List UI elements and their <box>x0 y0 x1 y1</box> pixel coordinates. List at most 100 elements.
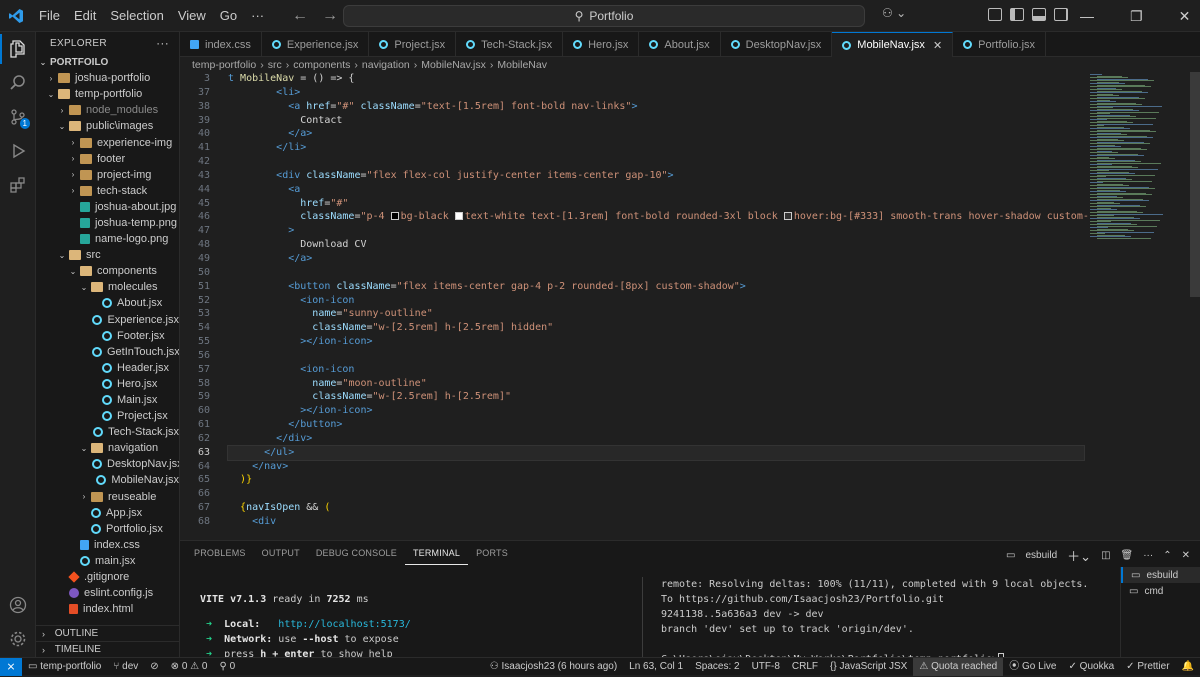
sync-icon[interactable]: ⊘ <box>144 658 164 676</box>
close-button[interactable]: ✕ <box>1179 8 1191 25</box>
code-line[interactable]: className="p-4 bg-black text-white text-… <box>228 210 1188 224</box>
local-url-link[interactable]: http://localhost:5173/ <box>278 619 410 630</box>
new-terminal-icon[interactable]: ＋⌄ <box>1067 546 1091 565</box>
code-line[interactable]: </button> <box>228 418 1188 432</box>
timeline-section[interactable]: › TIMELINE <box>36 641 179 657</box>
maximize-panel-icon[interactable]: ⌃ <box>1163 550 1171 561</box>
copilot-icon[interactable]: ⚇ ⌄ <box>882 6 906 20</box>
status-quokka[interactable]: ✓ Quokka <box>1063 658 1121 676</box>
account-icon[interactable] <box>0 588 36 622</box>
toggle-secondary-sidebar-icon[interactable] <box>1054 8 1068 21</box>
code-line[interactable]: ></ion-icon> <box>228 404 1188 418</box>
status-ports[interactable]: ⚲ 0 <box>213 658 241 676</box>
toggle-primary-sidebar-icon[interactable] <box>1010 8 1024 21</box>
breadcrumb-item[interactable]: MobileNav <box>497 59 547 71</box>
explorer-more-icon[interactable]: ··· <box>156 36 169 50</box>
tree-item[interactable]: › node_modules <box>36 102 179 118</box>
tree-item[interactable]: ⌄ src <box>36 247 179 263</box>
color-swatch[interactable] <box>454 212 463 221</box>
menu-selection[interactable]: Selection <box>103 0 170 32</box>
tree-item[interactable]: › reuseable <box>36 489 179 505</box>
kill-terminal-icon[interactable]: 🗑 <box>1121 550 1134 561</box>
status-quota[interactable]: ⚠ Quota reached <box>913 657 1004 676</box>
tree-item[interactable]: Experience.jsx <box>36 312 179 328</box>
panel-tab[interactable]: PROBLEMS <box>186 541 254 565</box>
code-line[interactable]: </ul> <box>227 444 1085 461</box>
code-content[interactable]: t MobileNav = () => { <li> <a href="#" c… <box>227 72 1188 529</box>
tree-item[interactable]: index.html <box>36 601 179 617</box>
status-problems[interactable]: ⊗ 0 ⚠ 0 <box>165 658 214 676</box>
code-line[interactable]: <div <box>228 515 1188 529</box>
menu-go[interactable]: Go <box>213 0 244 32</box>
terminal-split-divider[interactable] <box>642 577 643 657</box>
tree-item[interactable]: Tech-Stack.jsx <box>36 424 179 440</box>
code-line[interactable]: name="moon-outline" <box>228 377 1188 391</box>
search-view-icon[interactable] <box>0 66 36 100</box>
code-line[interactable]: </a> <box>228 127 1188 141</box>
editor-tab[interactable]: About.jsx <box>639 32 721 57</box>
restore-button[interactable]: ❐ <box>1130 8 1143 25</box>
panel-tab[interactable]: PORTS <box>468 541 516 565</box>
status-eol[interactable]: CRLF <box>786 658 824 676</box>
color-swatch[interactable] <box>390 212 399 221</box>
customize-layout-icon[interactable] <box>988 8 1002 21</box>
status-encoding[interactable]: UTF-8 <box>746 658 786 676</box>
close-tab-icon[interactable]: ✕ <box>933 39 942 52</box>
scrollbar-thumb[interactable] <box>1190 72 1200 297</box>
tree-item[interactable]: › experience-img <box>36 134 179 150</box>
code-line[interactable] <box>228 349 1188 363</box>
panel-tab[interactable]: DEBUG CONSOLE <box>308 541 405 565</box>
status-branch[interactable]: ⑂ dev <box>107 658 144 676</box>
editor-tab[interactable]: MobileNav.jsx ✕ <box>832 32 954 57</box>
remote-indicator-icon[interactable]: ⨯ <box>0 657 22 676</box>
color-swatch[interactable] <box>783 212 792 221</box>
manage-gear-icon[interactable] <box>0 622 36 656</box>
command-center-search[interactable]: ⚲ Portfolio <box>343 5 865 27</box>
code-line[interactable]: Download CV <box>228 238 1188 252</box>
code-line[interactable]: </li> <box>228 141 1188 155</box>
tree-item[interactable]: index.css <box>36 537 179 553</box>
code-line[interactable]: className="w-[2.5rem] h-[2.5rem]" <box>228 390 1188 404</box>
editor-tab[interactable]: Experience.jsx <box>262 32 370 57</box>
source-control-icon[interactable]: 1 <box>0 100 36 134</box>
terminal-list-item[interactable]: ▭ esbuild <box>1121 567 1200 583</box>
tree-item[interactable]: MobileNav.jsx <box>36 472 179 488</box>
status-git-blame[interactable]: ⚇ Isaacjosh23 (6 hours ago) <box>484 658 623 676</box>
close-panel-icon[interactable]: ✕ <box>1182 550 1190 561</box>
tree-item[interactable]: › project-img <box>36 167 179 183</box>
code-line[interactable] <box>228 487 1188 501</box>
tree-item[interactable]: ⌄ components <box>36 263 179 279</box>
tree-item[interactable]: name-logo.png <box>36 231 179 247</box>
breadcrumb-item[interactable]: MobileNav.jsx <box>421 59 486 71</box>
notifications-bell-icon[interactable]: 🔔 <box>1176 658 1200 676</box>
tree-item[interactable]: joshua-about.jpg <box>36 199 179 215</box>
code-line[interactable]: <ion-icon <box>228 294 1188 308</box>
code-line[interactable]: <a <box>228 183 1188 197</box>
code-line[interactable]: <button className="flex items-center gap… <box>228 280 1188 294</box>
split-terminal-icon[interactable]: ◫ <box>1101 550 1110 561</box>
terminal-list-item[interactable]: ▭ cmd <box>1121 583 1200 599</box>
code-line[interactable]: Contact <box>228 114 1188 128</box>
panel-tab[interactable]: OUTPUT <box>254 541 308 565</box>
breadcrumb-item[interactable]: navigation <box>362 59 410 71</box>
run-debug-icon[interactable] <box>0 134 36 168</box>
tree-item[interactable]: Hero.jsx <box>36 376 179 392</box>
tree-item[interactable]: ⌄ navigation <box>36 440 179 456</box>
code-line[interactable]: ></ion-icon> <box>228 335 1188 349</box>
tree-item[interactable]: joshua-temp.png <box>36 215 179 231</box>
code-line[interactable]: )} <box>228 473 1188 487</box>
editor-tab[interactable]: DesktopNav.jsx <box>721 32 833 57</box>
tree-item[interactable]: › footer <box>36 151 179 167</box>
code-line[interactable]: </nav> <box>228 460 1188 474</box>
status-golive[interactable]: ⦿ Go Live <box>1003 658 1062 676</box>
tree-item[interactable]: › joshua-portfolio <box>36 70 179 86</box>
code-line[interactable]: <div className="flex flex-col justify-ce… <box>228 169 1188 183</box>
toggle-panel-icon[interactable] <box>1032 8 1046 21</box>
code-editor[interactable]: 3 37 38 39 40 41 42 43 44 45 46 47 48 49 50 51 52 53 54 55 5… <box>180 72 1188 537</box>
extensions-icon[interactable] <box>0 168 36 202</box>
code-line[interactable]: className="w-[2.5rem] h-[2.5rem] hidden" <box>228 321 1188 335</box>
tree-item[interactable]: .gitignore <box>36 569 179 585</box>
outline-section[interactable]: › OUTLINE <box>36 625 179 641</box>
tree-item[interactable]: ⌄ public\images <box>36 118 179 134</box>
tree-item[interactable]: DesktopNav.jsx <box>36 456 179 472</box>
